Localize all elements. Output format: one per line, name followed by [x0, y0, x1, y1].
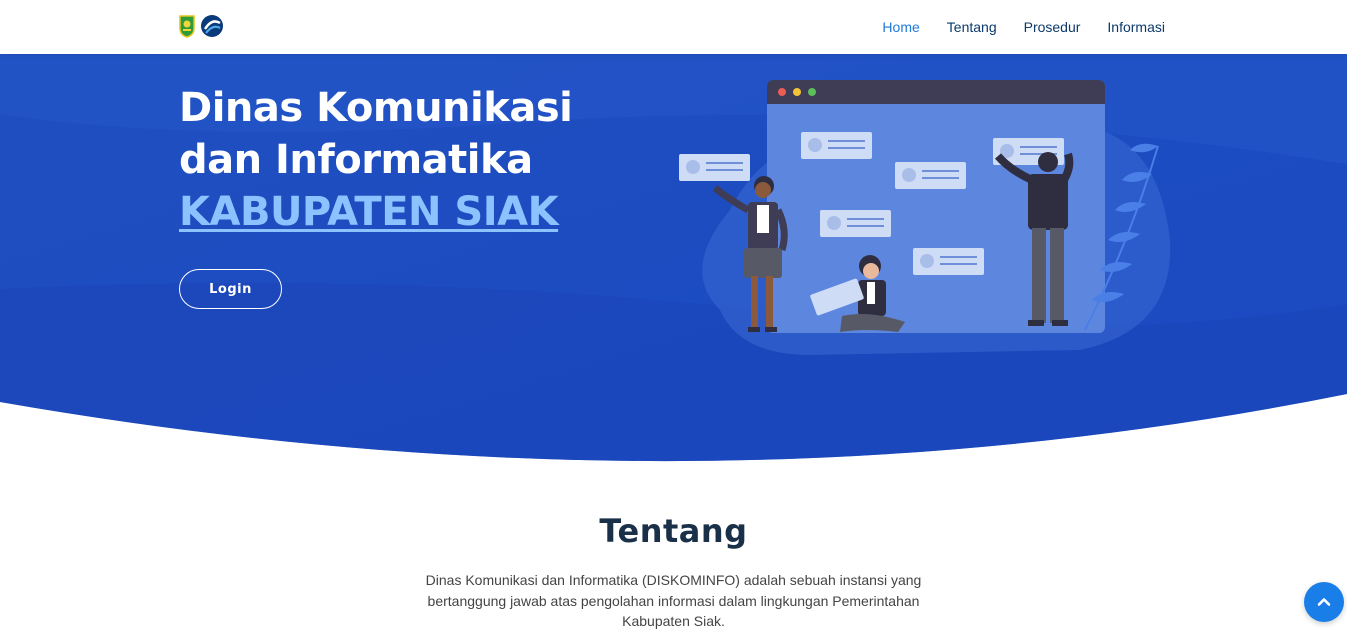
chevron-up-icon: [1317, 598, 1331, 606]
main-nav: Home Tentang Prosedur Informasi: [882, 0, 1165, 54]
nav-link-prosedur[interactable]: Prosedur: [1024, 19, 1081, 35]
login-button[interactable]: Login: [179, 269, 282, 309]
nav-link-informasi[interactable]: Informasi: [1107, 19, 1165, 35]
hero-title-line-2: dan Informatika: [179, 137, 533, 183]
navbar: Home Tentang Prosedur Informasi: [0, 0, 1347, 54]
nav-link-tentang[interactable]: Tentang: [947, 19, 997, 35]
logo-group[interactable]: [178, 14, 224, 38]
kabupaten-siak-logo[interactable]: [178, 14, 196, 38]
kominfo-logo[interactable]: [200, 14, 224, 38]
hero-section: Dinas Komunikasi dan Informatika KABUPAT…: [0, 54, 1347, 474]
about-description: Dinas Komunikasi dan Informatika (DISKOM…: [425, 572, 922, 629]
team-collaboration-illustration: [679, 80, 1171, 355]
hero-title: Dinas Komunikasi dan Informatika KABUPAT…: [179, 82, 573, 238]
nav-link-home[interactable]: Home: [882, 19, 919, 35]
back-to-top-button[interactable]: [1304, 582, 1344, 622]
hero-title-accent: KABUPATEN SIAK: [179, 189, 559, 235]
hero-title-line-1: Dinas Komunikasi: [179, 85, 573, 131]
about-section: Tentang Dinas Komunikasi dan Informatika…: [0, 500, 1347, 632]
about-title: Tentang: [599, 512, 748, 550]
